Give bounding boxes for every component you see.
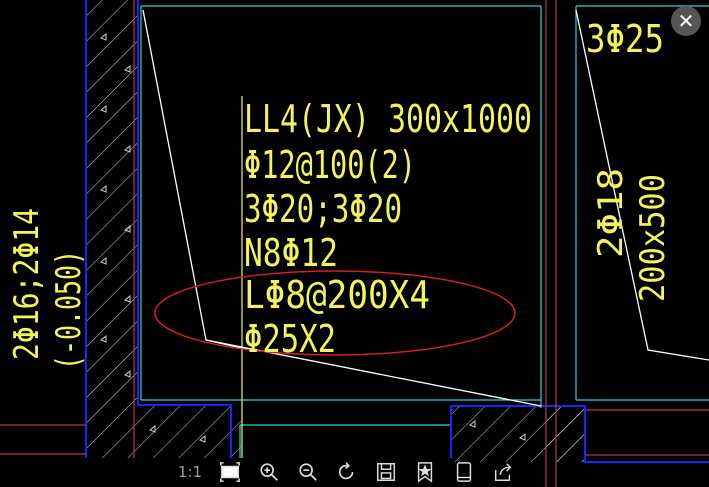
zoom-out-icon: [298, 463, 317, 481]
save-button[interactable]: [366, 458, 405, 486]
viewer-toolbar: 1:1: [170, 458, 522, 486]
left-vert-b-text: (-0.050): [49, 250, 89, 370]
tie-bars-text: LΦ8@200X4: [244, 273, 430, 317]
fit-screen-icon: [219, 462, 240, 482]
beam-label: LL4(JX) 300x1000: [244, 97, 532, 141]
zoom-in-icon: [259, 463, 278, 481]
close-icon: ✕: [677, 9, 695, 33]
cad-drawing-canvas[interactable]: LL4(JX) 300x1000 Φ12@100(2) 3Φ20;3Φ20 N8…: [0, 0, 709, 487]
favorite-icon: [417, 462, 432, 483]
fit-screen-button[interactable]: [210, 458, 249, 486]
close-button[interactable]: ✕: [671, 6, 701, 36]
save-icon: [376, 463, 395, 481]
rotate-icon: [338, 462, 353, 480]
right-top-text: 3Φ25: [586, 17, 664, 61]
side-bars-text: N8Φ12: [244, 231, 338, 275]
favorite-button[interactable]: [405, 458, 444, 486]
zoom-out-button[interactable]: [288, 458, 327, 486]
device-icon: [456, 462, 471, 482]
right-vert-a-text: 2Φ18: [591, 168, 631, 258]
zoom-in-button[interactable]: [249, 458, 288, 486]
share-button[interactable]: [483, 458, 522, 486]
device-button[interactable]: [444, 458, 483, 486]
main-bars-text: 3Φ20;3Φ20: [244, 187, 402, 231]
stirrup-text: Φ12@100(2): [244, 143, 416, 187]
diag-bars-text: Φ25X2: [244, 317, 336, 361]
left-vert-a-text: 2Φ16;2Φ14: [7, 208, 47, 360]
right-vert-b-text: 200x500: [633, 174, 673, 302]
scale-label[interactable]: 1:1: [170, 458, 210, 486]
share-icon: [494, 463, 511, 481]
rotate-button[interactable]: [327, 458, 366, 486]
